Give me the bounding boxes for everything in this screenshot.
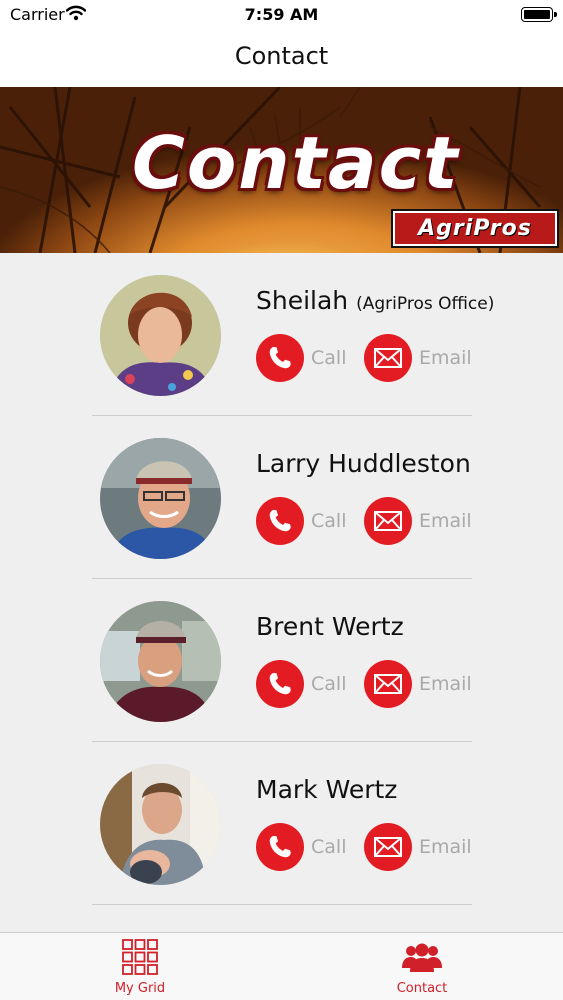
call-button[interactable]: Call	[256, 660, 346, 708]
contact-row: Larry Huddleston Call Email	[0, 416, 563, 579]
contact-row: Mark Wertz Call Email	[0, 742, 563, 905]
grid-icon[interactable]	[70, 939, 210, 975]
contact-name-text: Brent Wertz	[256, 612, 404, 641]
battery-icon	[521, 7, 557, 22]
email-label[interactable]: Email	[419, 347, 472, 369]
contact-name: Sheilah (AgriPros Office)	[256, 286, 494, 315]
navigation-bar: Contact	[0, 30, 563, 87]
contact-name: Mark Wertz	[256, 775, 397, 804]
tab-contact[interactable]: Contact	[352, 939, 492, 996]
envelope-icon[interactable]	[364, 497, 412, 545]
tab-bar: My Grid Contact	[0, 932, 563, 1000]
logo-text: AgriPros	[418, 216, 532, 241]
contact-name-text: Larry Huddleston	[256, 449, 471, 478]
tab-label[interactable]: My Grid	[70, 981, 210, 996]
call-button[interactable]: Call	[256, 823, 346, 871]
call-button[interactable]: Call	[256, 334, 346, 382]
call-label[interactable]: Call	[311, 673, 346, 695]
contact-banner: Contact AgriPros	[0, 87, 563, 253]
clock-time: 7:59 AM	[244, 5, 319, 24]
contact-row: Brent Wertz Call Email	[0, 579, 563, 742]
contact-subtitle: (AgriPros Office)	[356, 294, 495, 314]
contact-name: Brent Wertz	[256, 612, 404, 641]
contact-row: Sheilah (AgriPros Office) Call Email	[0, 253, 563, 416]
phone-icon[interactable]	[256, 334, 304, 382]
agripros-logo: AgriPros	[393, 211, 557, 246]
phone-icon[interactable]	[256, 497, 304, 545]
call-label[interactable]: Call	[311, 510, 346, 532]
email-label[interactable]: Email	[419, 510, 472, 532]
email-button[interactable]: Email	[364, 497, 472, 545]
envelope-icon[interactable]	[364, 334, 412, 382]
envelope-icon[interactable]	[364, 823, 412, 871]
call-label[interactable]: Call	[311, 347, 346, 369]
tab-label[interactable]: Contact	[352, 981, 492, 996]
tab-my-grid[interactable]: My Grid	[70, 939, 210, 996]
call-button[interactable]: Call	[256, 497, 346, 545]
people-icon[interactable]	[352, 939, 492, 975]
contact-name-text: Mark Wertz	[256, 775, 398, 804]
avatar-photo	[100, 275, 221, 396]
banner-title: Contact	[132, 121, 460, 205]
contact-list: Sheilah (AgriPros Office) Call Email Lar…	[0, 253, 563, 905]
avatar-photo	[100, 601, 221, 722]
row-divider	[92, 904, 472, 905]
email-label[interactable]: Email	[419, 673, 472, 695]
email-label[interactable]: Email	[419, 836, 472, 858]
envelope-icon[interactable]	[364, 660, 412, 708]
email-button[interactable]: Email	[364, 660, 472, 708]
email-button[interactable]: Email	[364, 823, 472, 871]
status-bar: Carrier 7:59 AM	[0, 0, 563, 30]
page-title: Contact	[234, 42, 329, 70]
call-label[interactable]: Call	[311, 836, 346, 858]
phone-icon[interactable]	[256, 660, 304, 708]
email-button[interactable]: Email	[364, 334, 472, 382]
contact-name-text: Sheilah	[256, 286, 349, 315]
contact-name: Larry Huddleston	[256, 449, 471, 478]
avatar-photo	[100, 764, 221, 885]
phone-icon[interactable]	[256, 823, 304, 871]
avatar-photo	[100, 438, 221, 559]
